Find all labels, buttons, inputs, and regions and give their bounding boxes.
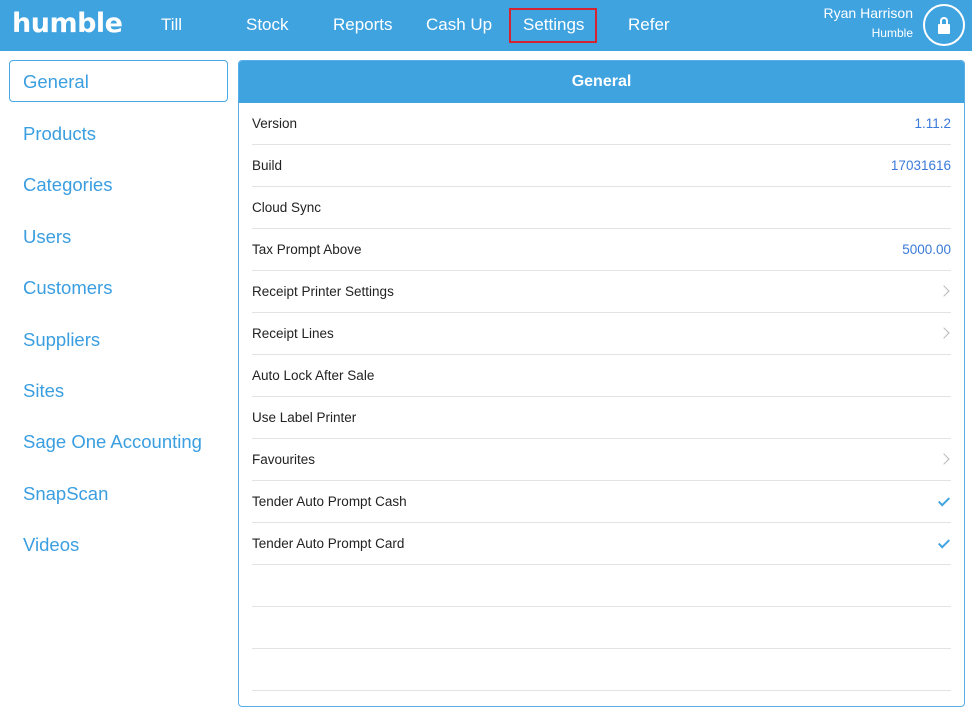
settings-row-favourites[interactable]: Favourites	[252, 439, 951, 481]
user-name: Ryan Harrison	[823, 5, 913, 21]
sidebar-item-general[interactable]: General	[23, 71, 89, 93]
sidebar-item-suppliers[interactable]: Suppliers	[23, 329, 100, 351]
row-label: Favourites	[252, 452, 316, 467]
sidebar-item-videos[interactable]: Videos	[23, 534, 79, 556]
settings-row-receipt-lines[interactable]: Receipt Lines	[252, 313, 951, 355]
row-label: Version	[252, 116, 298, 131]
sidebar-item-snapscan[interactable]: SnapScan	[23, 483, 108, 505]
row-value: 1.11.2	[914, 116, 951, 131]
row-label: Cloud Sync	[252, 200, 322, 215]
panel-title: General	[239, 61, 964, 103]
settings-row-cloud-sync[interactable]: Cloud Sync	[252, 187, 951, 229]
checkmark-icon	[937, 494, 951, 507]
settings-row-empty	[252, 607, 951, 649]
top-navigation-bar: humble Till Stock Reports Cash Up Settin…	[0, 0, 972, 51]
sidebar-item-categories[interactable]: Categories	[23, 174, 112, 196]
nav-reports[interactable]: Reports	[333, 15, 393, 35]
row-label: Build	[252, 158, 283, 173]
nav-settings[interactable]: Settings	[523, 15, 584, 35]
nav-refer[interactable]: Refer	[628, 15, 670, 35]
user-organization: Humble	[871, 26, 913, 40]
settings-row-auto-lock-after-sale[interactable]: Auto Lock After Sale	[252, 355, 951, 397]
row-value: 17031616	[890, 158, 951, 173]
lock-button[interactable]	[923, 4, 965, 46]
settings-row-tender-auto-prompt-cash[interactable]: Tender Auto Prompt Cash	[252, 481, 951, 523]
settings-row-empty	[252, 649, 951, 691]
general-settings-panel: General Version 1.11.2 Build 17031616 Cl…	[238, 60, 965, 707]
settings-row-receipt-printer-settings[interactable]: Receipt Printer Settings	[252, 271, 951, 313]
sidebar-item-customers[interactable]: Customers	[23, 277, 112, 299]
settings-row-tender-auto-prompt-card[interactable]: Tender Auto Prompt Card	[252, 523, 951, 565]
row-label: Tender Auto Prompt Card	[252, 536, 405, 551]
row-label: Receipt Lines	[252, 326, 334, 341]
row-label: Use Label Printer	[252, 410, 357, 425]
row-label: Receipt Printer Settings	[252, 284, 394, 299]
settings-row-version: Version 1.11.2	[252, 103, 951, 145]
nav-cash-up[interactable]: Cash Up	[426, 15, 492, 35]
sidebar-item-users[interactable]: Users	[23, 226, 71, 248]
checkmark-icon	[937, 536, 951, 549]
chevron-right-icon	[938, 327, 950, 339]
humble-logo[interactable]: humble	[12, 8, 123, 39]
sidebar-item-sites[interactable]: Sites	[23, 380, 64, 402]
settings-row-build: Build 17031616	[252, 145, 951, 187]
sidebar-item-sage-one-accounting[interactable]: Sage One Accounting	[23, 431, 202, 453]
lock-icon-body	[938, 24, 950, 34]
chevron-right-icon	[938, 285, 950, 297]
settings-row-tax-prompt-above[interactable]: Tax Prompt Above 5000.00	[252, 229, 951, 271]
chevron-right-icon	[938, 453, 950, 465]
row-label: Tax Prompt Above	[252, 242, 362, 257]
sidebar-item-products[interactable]: Products	[23, 123, 96, 145]
settings-row-use-label-printer[interactable]: Use Label Printer	[252, 397, 951, 439]
settings-sidebar: General Products Categories Users Custom…	[0, 51, 237, 710]
nav-till[interactable]: Till	[161, 15, 182, 35]
nav-stock[interactable]: Stock	[246, 15, 289, 35]
settings-row-empty	[252, 565, 951, 607]
row-label: Auto Lock After Sale	[252, 368, 375, 383]
row-label: Tender Auto Prompt Cash	[252, 494, 407, 509]
row-value: 5000.00	[902, 242, 951, 257]
